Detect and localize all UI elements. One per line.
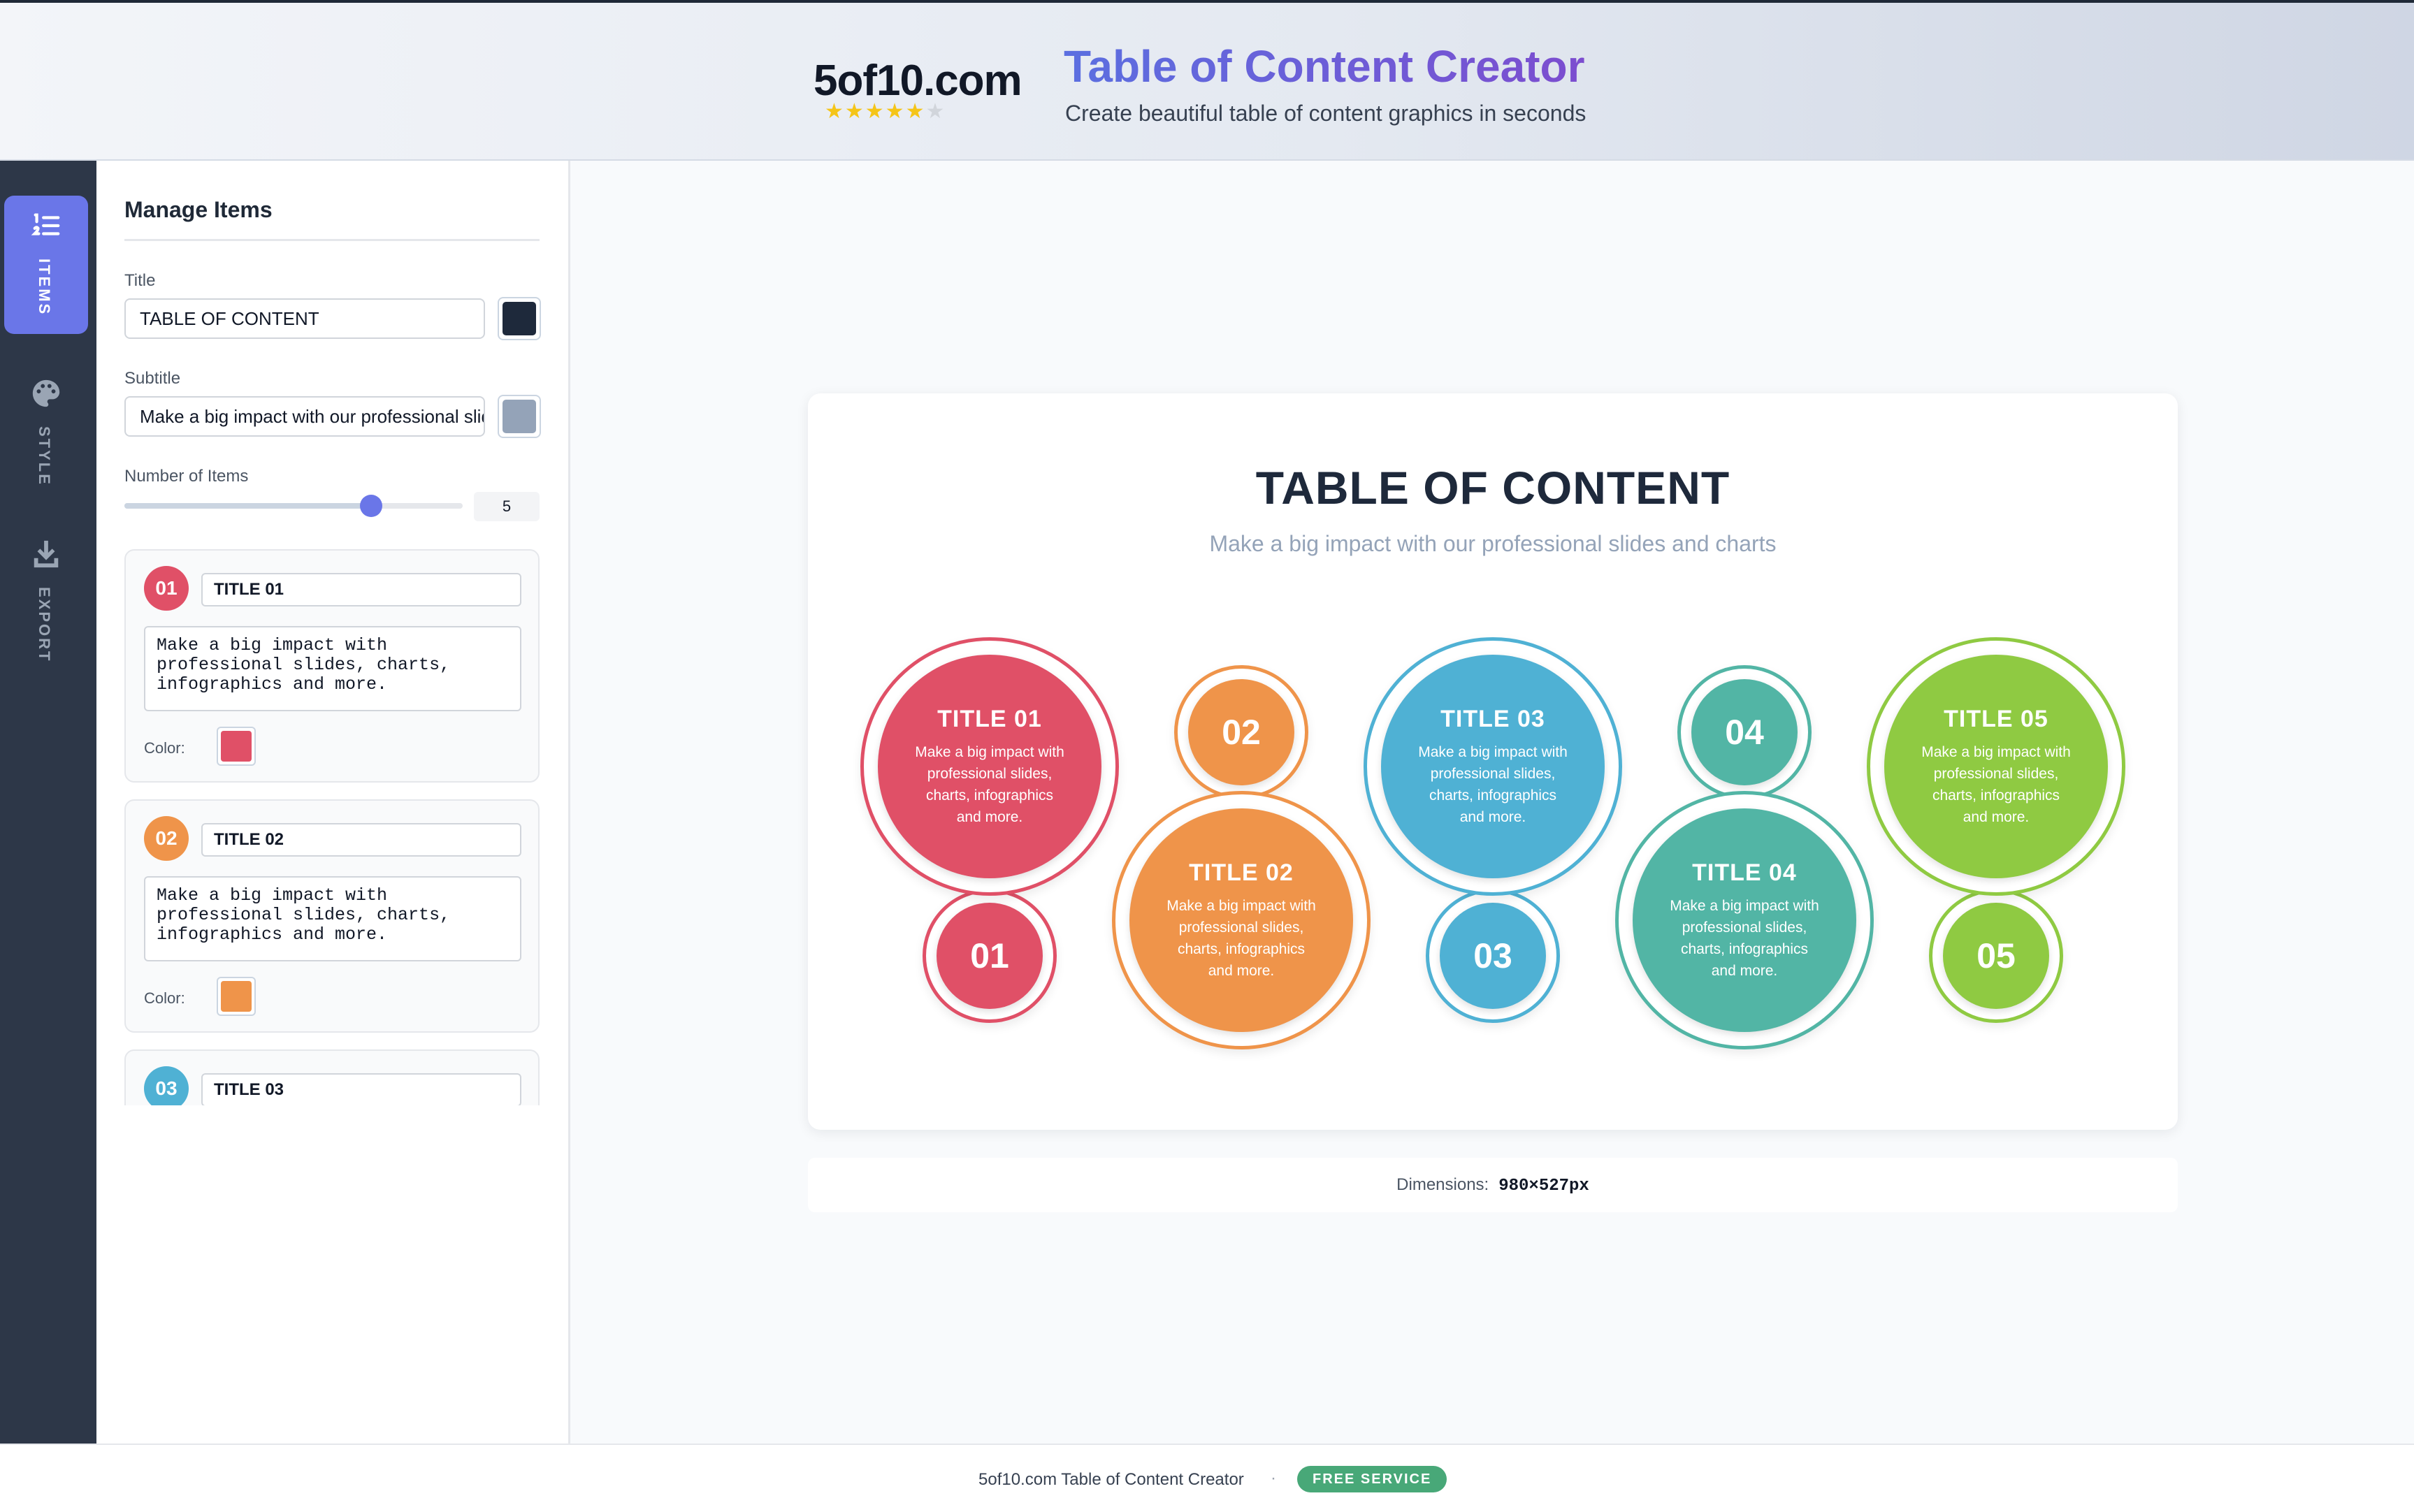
toc-item-content: TITLE 02 Make a big impact with professio… <box>1129 808 1353 1032</box>
toc-number-circle: 01 <box>923 889 1057 1023</box>
toc-number-circle: 02 <box>1174 665 1308 799</box>
item-number-badge: 01 <box>144 566 189 611</box>
item-number-badge: 02 <box>144 816 189 861</box>
item-title-input[interactable]: TITLE 03 <box>201 1073 521 1105</box>
item-number-badge: 03 <box>144 1066 189 1105</box>
color-swatch <box>503 302 536 335</box>
footer-separator: · <box>1271 1469 1276 1488</box>
slider-fill <box>124 503 372 509</box>
toc-item-title: TITLE 01 <box>937 705 1042 732</box>
toc-number: 03 <box>1440 903 1546 1009</box>
preview-title: TABLE OF CONTENT <box>1255 462 1730 514</box>
subtitle-input[interactable]: Make a big impact with our professional … <box>124 396 485 437</box>
toc-number: 02 <box>1188 679 1294 785</box>
toc-item-circle: TITLE 03 Make a big impact with professio… <box>1364 637 1622 896</box>
nav-tab-export[interactable]: EXPORT <box>4 524 88 662</box>
nav-label: EXPORT <box>36 587 53 663</box>
toc-item-desc: Make a big impact with professional slid… <box>1418 743 1568 825</box>
download-icon <box>4 538 88 576</box>
nav-label: STYLE <box>36 426 53 486</box>
title-input[interactable]: TABLE OF CONTENT <box>124 298 485 339</box>
slider-thumb[interactable] <box>360 495 383 517</box>
footer: 5of10.com Table of Content Creator · FRE… <box>0 1444 2414 1512</box>
divider <box>124 239 540 241</box>
nav-label: ITEMS <box>36 259 53 317</box>
toc-item-content: TITLE 05 Make a big impact with professio… <box>1884 655 2108 878</box>
nav-tab-style[interactable]: STYLE <box>4 363 88 502</box>
panel-heading: Manage Items <box>124 197 273 222</box>
palette-icon <box>4 377 88 416</box>
toc-item-title: TITLE 03 <box>1440 705 1545 732</box>
item-color-picker[interactable] <box>217 977 256 1016</box>
color-swatch <box>503 400 536 433</box>
item-color-picker[interactable] <box>217 727 256 766</box>
list-ordered-icon <box>4 210 88 248</box>
logo[interactable]: 5of10.com <box>814 56 1022 106</box>
toc-item-title: TITLE 05 <box>1944 705 2048 732</box>
toc-number-circle: 05 <box>1929 889 2063 1023</box>
toc-number-circle: 04 <box>1677 665 1812 799</box>
toc-item-circle: TITLE 01 Make a big impact with professio… <box>860 637 1119 896</box>
toc-number: 04 <box>1691 679 1798 785</box>
dimensions-value: 980×527px <box>1498 1177 1589 1195</box>
title-label: Title <box>124 271 156 290</box>
item-list[interactable]: 01 TITLE 01 Make a big impact with profess… <box>124 549 540 1105</box>
color-swatch <box>221 731 252 762</box>
item-card: 02 TITLE 02 Make a big impact with profess… <box>124 799 540 1033</box>
toc-item-desc: Make a big impact with professional slid… <box>1670 897 1819 979</box>
subtitle-label: Subtitle <box>124 369 181 388</box>
items-panel: Manage Items Title TABLE OF CONTENT Subt… <box>96 161 570 1444</box>
item-description-textarea[interactable]: Make a big impact with professional slid… <box>144 876 521 961</box>
side-nav: ITEMS STYLE EXPORT <box>0 161 96 1444</box>
toc-number: 01 <box>937 903 1043 1009</box>
item-color-label: Color: <box>144 739 185 757</box>
dimensions-bar: Dimensions: 980×527px <box>808 1158 2178 1212</box>
toc-number: 05 <box>1943 903 2049 1009</box>
item-count-slider[interactable] <box>124 495 463 517</box>
preview-subtitle: Make a big impact with our professional … <box>1209 531 1777 556</box>
toc-item-content: TITLE 03 Make a big impact with professio… <box>1381 655 1605 878</box>
toc-item-title: TITLE 02 <box>1189 859 1294 886</box>
app-subtitle: Create beautiful table of content graphi… <box>1065 101 1587 126</box>
item-title-input[interactable]: TITLE 02 <box>201 823 521 857</box>
toc-item-title: TITLE 04 <box>1692 859 1797 886</box>
nav-tab-items[interactable]: ITEMS <box>4 196 88 334</box>
toc-item-circle: TITLE 05 Make a big impact with professio… <box>1867 637 2125 896</box>
subtitle-color-picker[interactable] <box>498 395 541 438</box>
toc-item-content: TITLE 04 Make a big impact with professio… <box>1633 808 1856 1032</box>
color-swatch <box>221 981 252 1012</box>
item-title-input[interactable]: TITLE 01 <box>201 573 521 606</box>
toc-item-circle: TITLE 02 Make a big impact with professio… <box>1112 791 1371 1049</box>
item-color-label: Color: <box>144 989 185 1007</box>
item-count-label: Number of Items <box>124 467 249 486</box>
title-color-picker[interactable] <box>498 297 541 340</box>
item-description-textarea[interactable]: Make a big impact with professional slid… <box>144 626 521 711</box>
dimensions-label: Dimensions: <box>1396 1175 1489 1194</box>
footer-text: 5of10.com Table of Content Creator <box>978 1470 1244 1489</box>
item-count-value: 5 <box>474 492 540 521</box>
toc-item-desc: Make a big impact with professional slid… <box>915 743 1064 825</box>
app-header: 5of10.com ★★★★★★ Table of Content Creato… <box>0 0 2414 161</box>
toc-number-circle: 03 <box>1426 889 1560 1023</box>
free-service-badge: FREE SERVICE <box>1297 1466 1447 1492</box>
toc-item-desc: Make a big impact with professional slid… <box>1921 743 2071 825</box>
item-card: 01 TITLE 01 Make a big impact with profess… <box>124 549 540 783</box>
item-card: 03TITLE 03Make a big impact with profess… <box>124 1049 540 1105</box>
app-title: Table of Content Creator <box>1064 41 1585 92</box>
toc-item-circle: TITLE 04 Make a big impact with professio… <box>1615 791 1874 1049</box>
toc-item-content: TITLE 01 Make a big impact with professio… <box>878 655 1101 878</box>
rating-stars: ★★★★★★ <box>825 100 946 123</box>
toc-item-desc: Make a big impact with professional slid… <box>1166 897 1316 979</box>
